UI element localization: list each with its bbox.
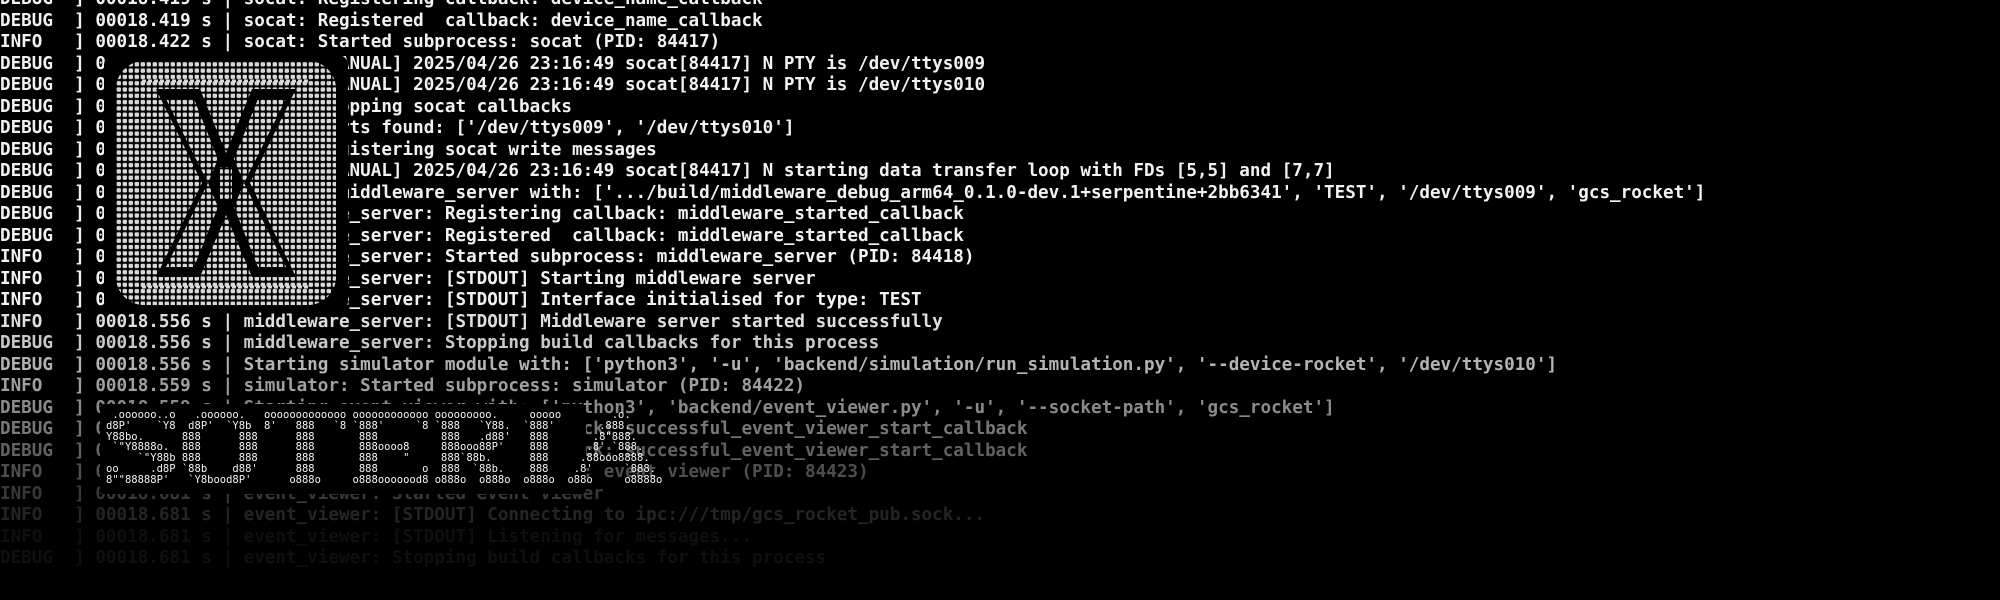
log-line: INFO ] 00018.556 s | middleware_server: … <box>0 268 816 289</box>
log-line: DEBUG ] 00018.559 s | Starting event_vie… <box>0 397 1335 418</box>
log-line: DEBUG ] 00018.433 s | socat: Ports found… <box>0 118 795 138</box>
log-line: DEBUG ] 00018.434 s | middleware_server:… <box>0 204 964 224</box>
log-line: DEBUG ] 00018.681 s | event_viewer: Stop… <box>0 548 827 568</box>
log-line: DEBUG ] 00018.556 s | middleware_server:… <box>0 333 880 353</box>
log-line: INFO ] 00018.437 s | middleware_server: … <box>0 247 975 267</box>
log-line: DEBUG ] 00018.419 s | socat: Registering… <box>0 0 763 10</box>
log-line: DEBUG ] 00018.559 s | event_viewer: Regi… <box>0 440 1028 461</box>
log-line: DEBUG ] 00018.419 s | socat: Registered … <box>0 10 763 31</box>
log-line: DEBUG ] 00018.556 s | Starting simulator… <box>0 354 1558 375</box>
log-line: INFO ] 00018.562 s | event_viewer: Start… <box>0 462 869 482</box>
log-line: INFO ] 00018.681 s | event_viewer: [STDO… <box>0 505 986 525</box>
log-line: DEBUG ] 00018.433 s | socat: Stopping so… <box>0 96 572 117</box>
log-line: INFO ] 00018.422 s | socat: Started subp… <box>0 32 721 52</box>
log-line: DEBUG ] 00018.434 s | socat: [MANUAL] 20… <box>0 161 1335 181</box>
log-line: INFO ] 00018.556 s | middleware_server: … <box>0 290 922 310</box>
terminal-window[interactable]: DEBUG ] 00018.419 s | socat: Registering… <box>0 0 2000 600</box>
log-line: INFO ] 00018.681 s | event_viewer: Start… <box>0 483 604 504</box>
log-line: DEBUG ] 00018.434 s | middleware_server:… <box>0 225 964 246</box>
log-line: INFO ] 00018.559 s | simulator: Started … <box>0 376 806 396</box>
log-line: DEBUG ] 00018.559 s | event_viewer: Regi… <box>0 419 1028 439</box>
log-line: DEBUG ] 00018.433 s | socat: Registering… <box>0 139 657 160</box>
log-line: INFO ] 00018.556 s | middleware_server: … <box>0 311 943 332</box>
log-line: DEBUG ] 00018.433 s | socat: [MANUAL] 20… <box>0 75 986 95</box>
log-line: DEBUG ] 00018.434 s | Starting middlewar… <box>0 182 1706 203</box>
log-line: DEBUG ] 00018.433 s | socat: [MANUAL] 20… <box>0 53 986 74</box>
log-line: INFO ] 00018.681 s | event_viewer: [STDO… <box>0 526 753 547</box>
